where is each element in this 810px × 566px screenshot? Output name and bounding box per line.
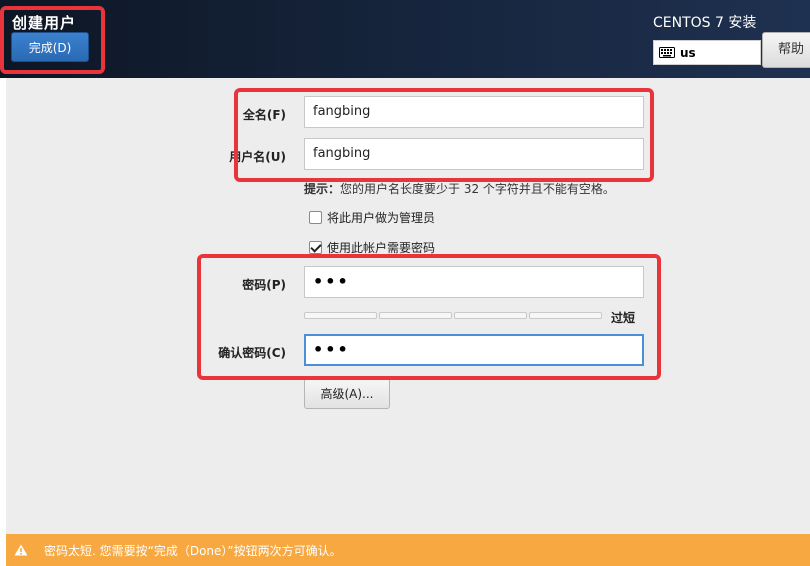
keyboard-icon — [659, 47, 675, 58]
admin-checkbox-row[interactable]: 将此用户做为管理员 — [309, 209, 435, 226]
password-input[interactable]: ••• — [304, 266, 644, 298]
keyboard-layout-indicator[interactable]: us — [653, 40, 761, 65]
admin-checkbox-label: 将此用户做为管理员 — [327, 211, 436, 225]
strength-segment — [379, 312, 452, 319]
install-title: CENTOS 7 安装 — [653, 15, 757, 31]
warning-bar: 密码太短. 您需要按“完成（Done）”按钮两次方可确认。 — [6, 534, 810, 566]
confirm-password-label: 确认密码(C) — [218, 346, 286, 360]
strength-segment — [304, 312, 377, 319]
username-input[interactable]: fangbing — [304, 138, 644, 170]
fullname-input[interactable]: fangbing — [304, 96, 644, 128]
username-hint: 提示：您的用户名长度要少于 32 个字符并且不能有空格。 — [304, 180, 615, 197]
require-password-label: 使用此帐户需要密码 — [327, 241, 436, 255]
keyboard-layout-label: us — [680, 45, 696, 60]
require-password-checkbox-row[interactable]: 使用此帐户需要密码 — [309, 239, 435, 256]
username-label: 用户名(U) — [229, 150, 286, 164]
warning-text: 密码太短. 您需要按“完成（Done）”按钮两次方可确认。 — [44, 543, 342, 558]
password-label: 密码(P) — [242, 278, 286, 292]
help-button[interactable]: 帮助 — [762, 32, 810, 68]
advanced-button[interactable]: 高级(A)... — [304, 377, 390, 409]
password-strength-meter — [304, 312, 602, 319]
warning-icon — [14, 544, 28, 556]
page-title: 创建用户 — [12, 14, 77, 32]
strength-segment — [454, 312, 527, 319]
require-password-checkbox[interactable] — [309, 241, 322, 254]
hint-text: 您的用户名长度要少于 32 个字符并且不能有空格。 — [340, 182, 615, 196]
password-strength-label: 过短 — [611, 311, 636, 325]
fullname-label: 全名(F) — [242, 108, 286, 122]
admin-checkbox[interactable] — [309, 211, 322, 224]
hint-prefix: 提示： — [304, 182, 341, 196]
header-bar: 创建用户 完成(D) CENTOS 7 安装 us 帮助 — [0, 0, 810, 78]
strength-segment — [529, 312, 602, 319]
done-button[interactable]: 完成(D) — [11, 32, 89, 62]
confirm-password-input[interactable]: ••• — [304, 334, 644, 366]
